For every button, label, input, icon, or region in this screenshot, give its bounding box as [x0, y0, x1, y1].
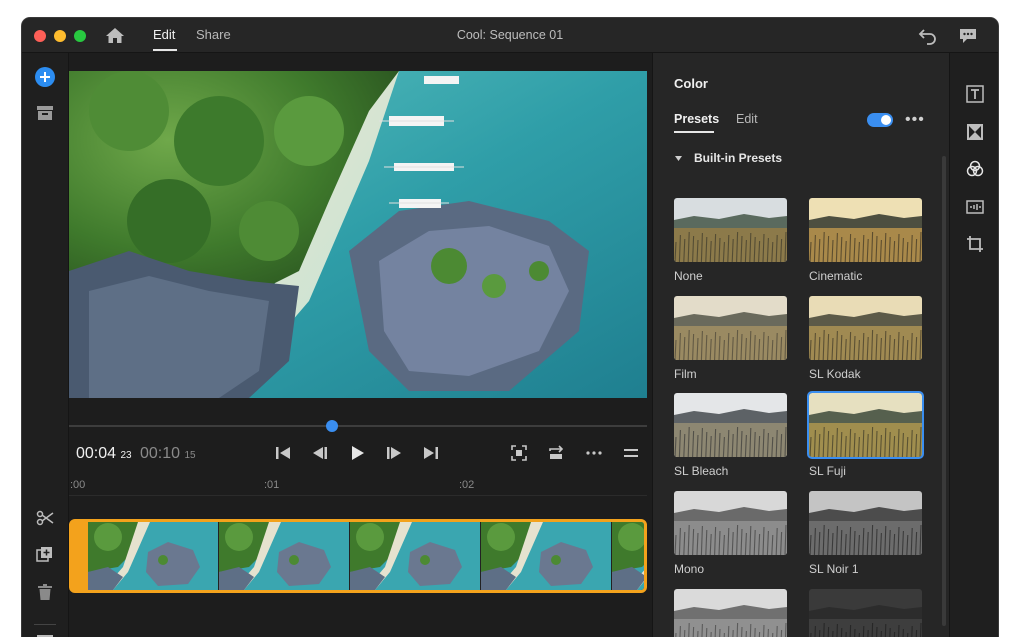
preset-thumbnail — [807, 391, 924, 459]
preset-thumbnail-image — [674, 491, 787, 555]
section-built-in-presets[interactable]: Built-in Presets — [674, 151, 782, 165]
video-preview[interactable] — [69, 71, 647, 398]
step-back-icon[interactable] — [311, 444, 329, 462]
preset-none[interactable]: None — [674, 198, 787, 283]
preset-thumbnail — [809, 589, 922, 637]
fit-frame-icon[interactable] — [510, 444, 528, 462]
preset-thumbnail — [674, 589, 787, 637]
clip-filmstrip — [88, 522, 644, 590]
preset-thumbnail — [809, 491, 922, 555]
current-time: 00:04 — [76, 445, 117, 462]
tab-edit-indicator — [153, 49, 177, 51]
preset-label: SL Fuji — [809, 464, 846, 478]
list-icon[interactable] — [36, 633, 54, 637]
preset-thumbnail — [674, 296, 787, 360]
color-enable-toggle[interactable] — [867, 113, 893, 127]
preset-label: SL Noir 1 — [809, 562, 859, 576]
preset-thumbnail — [674, 393, 787, 457]
app-window: Edit Share Cool: Sequence 01 00:04 23 00… — [22, 18, 998, 637]
preset-thumbnail-image — [674, 296, 787, 360]
current-timecode: 00:04 23 — [76, 445, 132, 463]
go-to-start-icon[interactable] — [274, 444, 292, 462]
more-icon[interactable] — [585, 444, 603, 462]
step-forward-icon[interactable] — [385, 444, 403, 462]
panel-scrollbar[interactable] — [942, 156, 946, 626]
loop-icon[interactable] — [547, 444, 565, 462]
title-bar: Edit Share Cool: Sequence 01 — [22, 18, 998, 53]
clip-frame-thumbnail — [481, 522, 611, 590]
tab-presets-indicator — [674, 131, 714, 133]
duplicate-icon[interactable] — [36, 546, 54, 564]
clip-frame-thumbnail — [219, 522, 349, 590]
total-timecode: 00:10 15 — [140, 445, 196, 463]
preset-sl-kodak[interactable]: SL Kodak — [809, 296, 922, 381]
ruler-divider — [69, 495, 647, 496]
preset-thumbnail — [674, 491, 787, 555]
preset-thumbnail-image — [674, 393, 787, 457]
left-toolbar — [22, 53, 69, 637]
preset-item-10[interactable] — [809, 589, 922, 637]
go-to-end-icon[interactable] — [422, 444, 440, 462]
clip-frame-thumbnail — [88, 522, 218, 590]
ruler-label: :01 — [264, 479, 280, 491]
preset-label: Film — [674, 367, 697, 381]
preset-thumbnail-image — [809, 198, 922, 262]
right-rail — [949, 53, 998, 637]
clip-frame-thumbnail — [350, 522, 480, 590]
title-icon[interactable] — [966, 85, 984, 103]
color-icon[interactable] — [966, 160, 984, 178]
scissors-icon[interactable] — [36, 509, 54, 527]
total-frames: 15 — [184, 450, 196, 461]
preset-sl-noir-1[interactable]: SL Noir 1 — [809, 491, 922, 576]
undo-icon[interactable] — [918, 27, 938, 45]
preset-label: Mono — [674, 562, 705, 576]
clip-frame-thumbnail — [612, 522, 644, 590]
preset-film[interactable]: Film — [674, 296, 787, 381]
preset-sl-bleach[interactable]: SL Bleach — [674, 393, 787, 478]
trash-icon[interactable] — [37, 583, 53, 601]
preset-label: SL Kodak — [809, 367, 861, 381]
preset-thumbnail-image — [674, 589, 787, 637]
sequence-title: Cool: Sequence 01 — [456, 28, 564, 42]
total-time: 00:10 — [140, 445, 181, 462]
plus-icon[interactable] — [35, 67, 55, 87]
panel-more-button[interactable]: ••• — [905, 111, 925, 129]
preset-thumbnail-image — [674, 198, 787, 262]
preset-thumbnail-image — [809, 296, 922, 360]
archive-icon[interactable] — [36, 105, 54, 121]
color-panel: Color Presets Edit ••• Built-in Presets … — [652, 53, 949, 637]
preset-thumbnail — [674, 198, 787, 262]
preset-label: None — [674, 269, 703, 283]
panel-title: Color — [674, 76, 708, 91]
tab-color-edit[interactable]: Edit — [736, 112, 758, 126]
preset-item-9[interactable] — [674, 589, 787, 637]
playhead-handle[interactable] — [326, 420, 338, 432]
scrub-track[interactable] — [69, 425, 647, 427]
current-frames: 23 — [120, 450, 132, 461]
ruler-label: :02 — [459, 479, 475, 491]
preset-thumbnail-image — [809, 589, 922, 637]
preset-label: SL Bleach — [674, 464, 729, 478]
preset-thumbnail — [809, 296, 922, 360]
chat-icon[interactable] — [958, 27, 978, 45]
audio-icon[interactable] — [966, 198, 984, 216]
play-icon[interactable] — [348, 444, 366, 462]
preset-mono[interactable]: Mono — [674, 491, 787, 576]
preset-thumbnail-image — [809, 491, 922, 555]
toolbar-divider — [34, 624, 56, 625]
transition-icon[interactable] — [966, 123, 984, 141]
crop-icon[interactable] — [966, 235, 984, 253]
preset-sl-fuji[interactable]: SL Fuji — [807, 391, 924, 478]
preset-thumbnail — [809, 198, 922, 262]
preset-cinematic[interactable]: Cinematic — [809, 198, 922, 283]
tab-presets[interactable]: Presets — [674, 112, 719, 126]
preset-label: Cinematic — [809, 269, 863, 283]
ruler-label: :00 — [70, 479, 86, 491]
preset-thumbnail-image — [809, 393, 922, 457]
timeline-menu-icon[interactable] — [622, 444, 640, 462]
timeline-clip[interactable] — [69, 519, 647, 593]
